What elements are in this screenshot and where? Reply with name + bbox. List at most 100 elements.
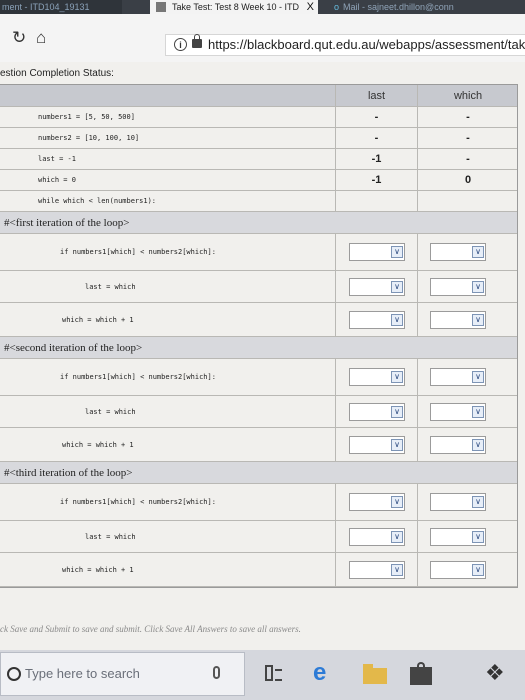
last-answer-select[interactable]: ∨ bbox=[349, 560, 405, 579]
windows-taskbar: Type here to search e ❖ bbox=[0, 650, 525, 700]
code-line: last = which bbox=[85, 282, 136, 291]
which-answer-select[interactable]: ∨ bbox=[430, 435, 486, 454]
table-row: last = which ∨ ∨ bbox=[0, 271, 517, 303]
which-answer-select[interactable]: ∨ bbox=[430, 527, 486, 546]
last-value: -1 bbox=[371, 153, 382, 165]
file-explorer-icon[interactable] bbox=[363, 660, 387, 686]
tab-label: ment - ITD104_19131 bbox=[2, 2, 90, 12]
last-answer-select[interactable]: ∨ bbox=[349, 527, 405, 546]
browser-toolbar: ↻ ⌂ i https://blackboard.qut.edu.au/weba… bbox=[0, 14, 525, 62]
dropbox-icon[interactable]: ❖ bbox=[485, 660, 509, 686]
which-answer-select[interactable]: ∨ bbox=[430, 277, 486, 296]
which-value: 0 bbox=[464, 174, 472, 186]
code-line: last = which bbox=[85, 407, 136, 416]
chevron-down-icon[interactable]: ∨ bbox=[472, 530, 484, 543]
task-view-icon[interactable] bbox=[265, 660, 282, 686]
which-value: - bbox=[466, 153, 470, 165]
chevron-down-icon[interactable]: ∨ bbox=[391, 280, 403, 293]
chevron-down-icon[interactable]: ∨ bbox=[472, 371, 484, 383]
table-row: last = -1 -1 - bbox=[0, 149, 517, 170]
code-line: which = which + 1 bbox=[62, 315, 134, 324]
which-answer-select[interactable]: ∨ bbox=[430, 402, 486, 421]
chevron-down-icon[interactable]: ∨ bbox=[472, 496, 484, 508]
table-row: numbers1 = [5, 50, 500] - - bbox=[0, 107, 517, 128]
iteration-label: #<second iteration of the loop> bbox=[4, 342, 143, 354]
tab-assessment[interactable]: ment - ITD104_19131 bbox=[0, 0, 122, 14]
last-answer-select[interactable]: ∨ bbox=[349, 493, 405, 511]
chevron-down-icon[interactable]: ∨ bbox=[391, 371, 403, 383]
which-answer-select[interactable]: ∨ bbox=[430, 560, 486, 579]
tab-take-test[interactable]: Take Test: Test 8 Week 10 - ITD X bbox=[150, 0, 318, 14]
table-row: last = which ∨ ∨ bbox=[0, 396, 517, 428]
which-answer-select[interactable]: ∨ bbox=[430, 368, 486, 386]
chevron-down-icon[interactable]: ∨ bbox=[391, 530, 403, 543]
last-answer-select[interactable]: ∨ bbox=[349, 277, 405, 296]
code-line: which = which + 1 bbox=[62, 565, 134, 574]
iteration-label: #<first iteration of the loop> bbox=[4, 217, 130, 229]
iteration-header: #<second iteration of the loop> bbox=[0, 337, 517, 359]
table-row: if numbers1[which] < numbers2[which]: ∨ … bbox=[0, 484, 517, 521]
chevron-down-icon[interactable]: ∨ bbox=[391, 438, 403, 451]
last-value: - bbox=[374, 111, 379, 123]
table-row: which = which + 1 ∨ ∨ bbox=[0, 553, 517, 587]
code-line: which = which + 1 bbox=[62, 440, 134, 449]
tab-label: Take Test: Test 8 Week 10 - ITD bbox=[172, 2, 300, 12]
table-row: which = which + 1 ∨ ∨ bbox=[0, 428, 517, 462]
store-icon[interactable] bbox=[410, 660, 432, 686]
table-row: which = 0 -1 0 bbox=[0, 170, 517, 191]
search-placeholder: Type here to search bbox=[25, 666, 140, 681]
which-answer-select[interactable]: ∨ bbox=[430, 493, 486, 511]
mail-icon: o bbox=[334, 2, 340, 12]
code-line: last = -1 bbox=[38, 155, 76, 163]
which-answer-select[interactable]: ∨ bbox=[430, 310, 486, 329]
last-value bbox=[336, 191, 417, 211]
which-value: - bbox=[466, 111, 470, 123]
trace-table: last which numbers1 = [5, 50, 500] - - n… bbox=[0, 84, 518, 588]
chevron-down-icon[interactable]: ∨ bbox=[391, 405, 403, 418]
chevron-down-icon[interactable]: ∨ bbox=[472, 405, 484, 418]
table-header: last which bbox=[0, 85, 517, 107]
which-answer-select[interactable]: ∨ bbox=[430, 243, 486, 261]
last-answer-select[interactable]: ∨ bbox=[349, 402, 405, 421]
tab-mail[interactable]: o Mail - sajneet.dhillon@conn bbox=[330, 0, 525, 14]
table-row: numbers2 = [10, 100, 10] - - bbox=[0, 128, 517, 149]
chevron-down-icon[interactable]: ∨ bbox=[391, 246, 403, 258]
save-instructions: ck Save and Submit to save and submit. C… bbox=[0, 624, 301, 634]
chevron-down-icon[interactable]: ∨ bbox=[391, 563, 403, 576]
table-row: which = which + 1 ∨ ∨ bbox=[0, 303, 517, 337]
home-icon[interactable]: ⌂ bbox=[36, 28, 46, 48]
last-answer-select[interactable]: ∨ bbox=[349, 243, 405, 261]
chevron-down-icon[interactable]: ∨ bbox=[391, 313, 403, 326]
chevron-down-icon[interactable]: ∨ bbox=[472, 563, 484, 576]
blackboard-icon bbox=[156, 2, 166, 12]
question-completion-status: estion Completion Status: bbox=[0, 68, 114, 79]
close-tab-icon[interactable]: X bbox=[307, 0, 314, 14]
test-content: estion Completion Status: last which num… bbox=[0, 62, 525, 650]
column-header-last: last bbox=[336, 85, 418, 106]
chevron-down-icon[interactable]: ∨ bbox=[472, 313, 484, 326]
last-answer-select[interactable]: ∨ bbox=[349, 310, 405, 329]
refresh-icon[interactable]: ↻ bbox=[12, 28, 26, 48]
code-line: if numbers1[which] < numbers2[which]: bbox=[60, 373, 216, 381]
chevron-down-icon[interactable]: ∨ bbox=[391, 496, 403, 508]
chevron-down-icon[interactable]: ∨ bbox=[472, 280, 484, 293]
last-answer-select[interactable]: ∨ bbox=[349, 368, 405, 386]
microphone-icon[interactable] bbox=[213, 666, 220, 679]
info-icon[interactable]: i bbox=[174, 38, 187, 51]
browser-tab-bar: ment - ITD104_19131 Take Test: Test 8 We… bbox=[0, 0, 525, 14]
tab-label: Mail - sajneet.dhillon@conn bbox=[343, 2, 454, 12]
taskbar-search-box[interactable]: Type here to search bbox=[0, 652, 245, 696]
chevron-down-icon[interactable]: ∨ bbox=[472, 438, 484, 451]
table-row: if numbers1[which] < numbers2[which]: ∨ … bbox=[0, 234, 517, 271]
last-answer-select[interactable]: ∨ bbox=[349, 435, 405, 454]
code-line: numbers1 = [5, 50, 500] bbox=[38, 113, 135, 121]
table-row: while which < len(numbers1): bbox=[0, 191, 517, 212]
last-value: -1 bbox=[371, 174, 382, 186]
edge-icon[interactable]: e bbox=[313, 660, 343, 686]
chevron-down-icon[interactable]: ∨ bbox=[472, 246, 484, 258]
code-line: which = 0 bbox=[38, 176, 76, 184]
cortana-icon[interactable] bbox=[7, 667, 21, 681]
table-row: if numbers1[which] < numbers2[which]: ∨ … bbox=[0, 359, 517, 396]
last-value: - bbox=[374, 132, 379, 144]
address-bar[interactable]: i https://blackboard.qut.edu.au/webapps/… bbox=[165, 34, 525, 56]
